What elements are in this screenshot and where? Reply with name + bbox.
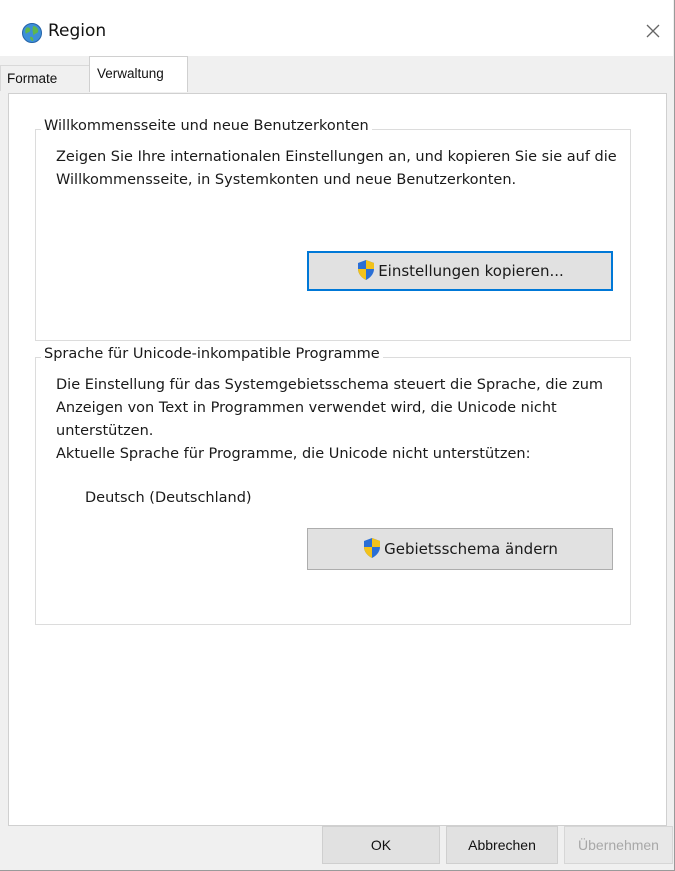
uac-shield-icon [358, 260, 375, 280]
tab-panel-verwaltung: Willkommensseite und neue Benutzerkonten… [8, 93, 667, 826]
uac-shield-icon [364, 538, 381, 558]
change-locale-button[interactable]: Gebietsschema ändern [307, 528, 613, 570]
window-title: Region [48, 21, 107, 41]
region-dialog: Region Formate Verwaltung Willkommenssei… [0, 0, 675, 871]
welcome-description: Zeigen Sie Ihre internationalen Einstell… [56, 149, 617, 188]
welcome-group-legend: Willkommensseite und neue Benutzerkonten [41, 118, 372, 134]
tab-formate[interactable]: Formate [0, 65, 89, 91]
close-icon [646, 24, 660, 38]
cancel-button[interactable]: Abbrechen [446, 826, 558, 864]
unicode-group-legend: Sprache für Unicode-inkompatible Program… [41, 346, 383, 362]
current-language-label: Aktuelle Sprache für Programme, die Unic… [56, 446, 531, 462]
copy-settings-button[interactable]: Einstellungen kopieren... [307, 251, 613, 291]
tab-verwaltung[interactable]: Verwaltung [89, 56, 188, 92]
tab-strip: Formate Verwaltung [0, 56, 673, 94]
globe-icon [22, 23, 42, 43]
ok-button[interactable]: OK [322, 826, 440, 864]
change-locale-label: Gebietsschema ändern [384, 540, 558, 558]
unicode-group: Sprache für Unicode-inkompatible Program… [35, 346, 631, 625]
title-bar: Region [0, 0, 673, 56]
welcome-group: Willkommensseite und neue Benutzerkonten… [35, 118, 631, 341]
apply-button: Übernehmen [564, 826, 673, 864]
close-button[interactable] [633, 14, 673, 48]
copy-settings-label: Einstellungen kopieren... [378, 262, 564, 280]
current-language-value: Deutsch (Deutschland) [85, 490, 252, 506]
unicode-description: Die Einstellung für das Systemgebietssch… [56, 377, 604, 439]
